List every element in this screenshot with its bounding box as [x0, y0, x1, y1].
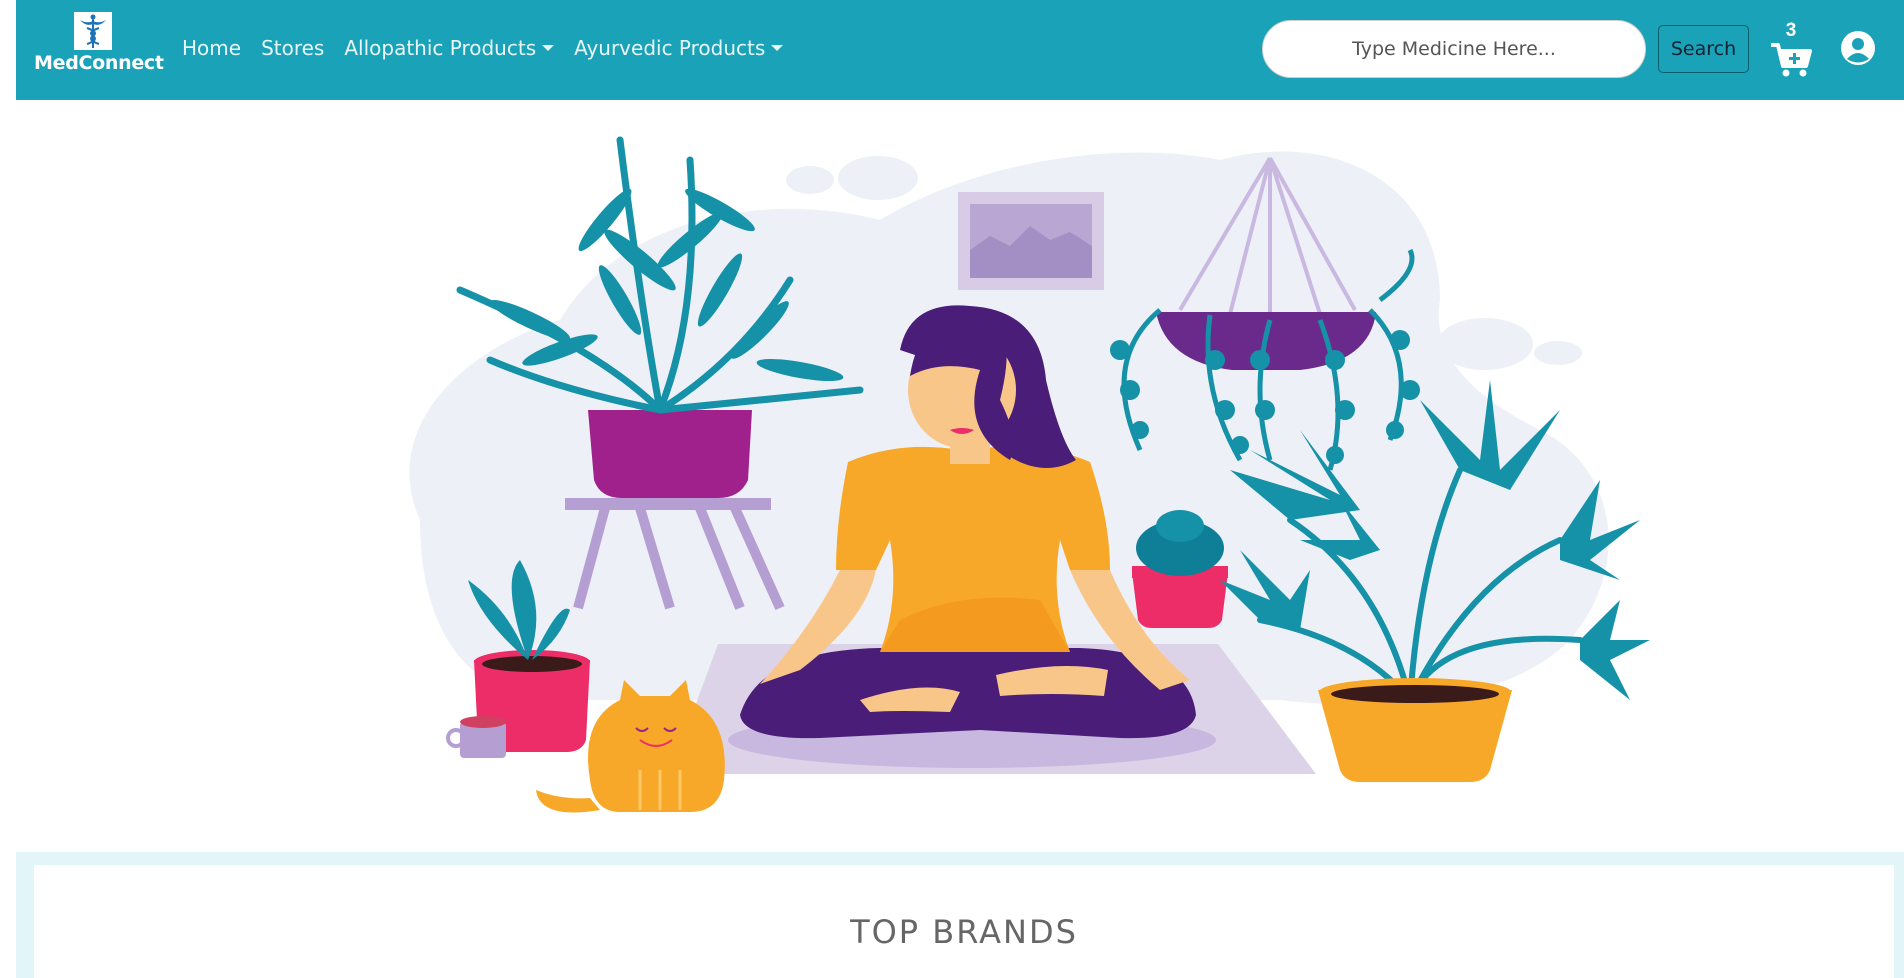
cart-button[interactable]: 3 — [1768, 16, 1814, 82]
caret-down-icon — [771, 45, 784, 51]
navbar: MedConnect Home Stores Allopathic Produc… — [16, 0, 1904, 100]
search-input[interactable] — [1262, 20, 1646, 78]
user-account-icon[interactable] — [1840, 30, 1876, 66]
tea-cup — [446, 716, 506, 758]
caduceus-logo-icon — [74, 12, 112, 50]
nav-stores[interactable]: Stores — [261, 36, 324, 60]
hero-illustration — [409, 136, 1650, 813]
search-button[interactable]: Search — [1658, 25, 1749, 73]
caret-down-icon — [542, 45, 555, 51]
brand-name: MedConnect — [34, 52, 164, 74]
nav-ayurvedic-label: Ayurvedic Products — [574, 36, 766, 60]
nav-home-label: Home — [182, 36, 242, 60]
page: MedConnect Home Stores Allopathic Produc… — [0, 0, 1904, 978]
nav-home[interactable]: Home — [182, 36, 241, 60]
brands-card: TOP BRANDS — [34, 865, 1894, 978]
cart-plus-icon — [1771, 43, 1812, 77]
nav-allopathic-label: Allopathic Products — [344, 36, 537, 60]
nav-allopathic-dropdown[interactable]: Allopathic Products — [344, 36, 555, 60]
wall-picture — [958, 192, 1104, 290]
cart-count-badge: 3 — [1785, 20, 1797, 41]
brands-title: TOP BRANDS — [850, 913, 1078, 951]
nav-links: Home Stores Allopathic Products Ayurvedi… — [182, 36, 803, 60]
nav-ayurvedic-dropdown[interactable]: Ayurvedic Products — [574, 36, 784, 60]
nav-stores-label: Stores — [261, 36, 325, 60]
brand[interactable]: MedConnect — [34, 12, 164, 78]
